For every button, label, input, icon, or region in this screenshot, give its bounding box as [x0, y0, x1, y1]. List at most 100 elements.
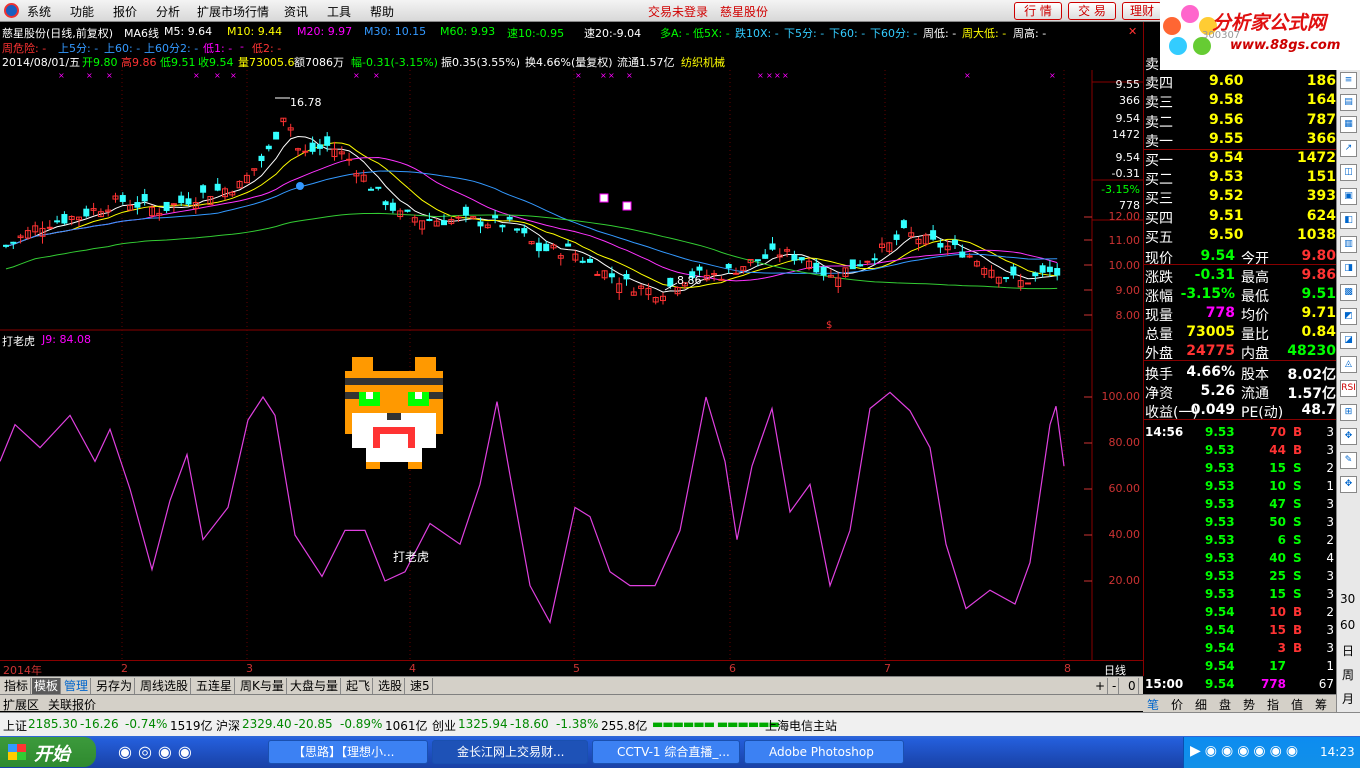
zoom-in-button[interactable]: +	[1093, 678, 1109, 694]
tab-template[interactable]: 模板	[32, 678, 62, 694]
kline-chart[interactable]: × × × × × × × × × × × × × × × × × ×$	[0, 70, 1143, 660]
zoom-out-button[interactable]: -	[1110, 678, 1120, 694]
tab-related-quote[interactable]: 关联报价	[48, 696, 96, 713]
toolbar-icon[interactable]: ⊞	[1340, 404, 1357, 421]
toolbar-icon[interactable]: ◧	[1340, 212, 1357, 229]
period-week[interactable]: 周	[1342, 666, 1354, 683]
orderbook-row[interactable]: 买四 9.51 624	[1143, 208, 1336, 227]
tab-takeoff[interactable]: 起飞	[344, 678, 374, 694]
task-silu[interactable]: 【思路】【理想小...	[268, 740, 428, 764]
toolbar-icon[interactable]: ◬	[1340, 356, 1357, 373]
menu-quote[interactable]: 报价	[113, 3, 137, 20]
toolbar-icon[interactable]: ▩	[1340, 284, 1357, 301]
period-day[interactable]: 日	[1342, 642, 1354, 659]
tick-row: 9.53 25 S 3	[1143, 568, 1336, 586]
tick-side: S	[1293, 551, 1302, 565]
move-icon[interactable]: ✥	[1340, 476, 1357, 493]
tab-market-vol[interactable]: 大盘与量	[288, 678, 342, 694]
orderbook-row[interactable]: 卖一 9.55 366	[1143, 131, 1336, 150]
orderbook-row[interactable]: 卖二 9.56 787	[1143, 112, 1336, 131]
quote-label: 净资	[1145, 386, 1173, 402]
menu-tools[interactable]: 工具	[327, 3, 351, 20]
orderbook-row[interactable]: 买五 9.50 1038	[1143, 227, 1336, 246]
menu-help[interactable]: 帮助	[370, 3, 394, 20]
index-cy-name[interactable]: 创业	[432, 717, 456, 734]
tick-side: S	[1293, 461, 1302, 475]
orderbook-row[interactable]: 卖四 9.60 186	[1143, 73, 1336, 92]
move-icon[interactable]: ✥	[1340, 428, 1357, 445]
quote-value: 9.51	[1301, 286, 1336, 302]
orderbook-row[interactable]: 买一 9.54 1472	[1143, 150, 1336, 169]
toolbar-icon[interactable]: ◨	[1340, 260, 1357, 277]
tab-board[interactable]: 盘	[1219, 696, 1231, 713]
toolbar-icon[interactable]: ≡	[1340, 72, 1357, 89]
axis-label: 9.54	[1115, 151, 1141, 164]
toolbar-icon[interactable]: ◫	[1340, 164, 1357, 181]
tab-index[interactable]: 指	[1267, 696, 1279, 713]
toolbar-icon[interactable]: ▤	[1340, 94, 1357, 111]
tab-detail[interactable]: 细	[1195, 696, 1207, 713]
orderbook-row[interactable]: 买二 9.53 151	[1143, 169, 1336, 188]
task-photoshop[interactable]: Adobe Photoshop	[744, 740, 904, 764]
menu-extended-market[interactable]: 扩展市场行情	[197, 3, 269, 20]
close-icon[interactable]: ✕	[1128, 25, 1137, 38]
tab-five-stars[interactable]: 五连星	[194, 678, 236, 694]
tab-indicator[interactable]: 指标	[2, 678, 32, 694]
index-sh-name[interactable]: 上证	[3, 717, 27, 734]
quote-value: 4.66%	[1186, 364, 1235, 380]
chart-line-icon[interactable]: ↗	[1340, 140, 1357, 157]
quote-value: 0.049	[1190, 402, 1235, 418]
period-60[interactable]: 60	[1340, 618, 1355, 632]
finance-button[interactable]: 理财	[1122, 2, 1162, 20]
tray-icons[interactable]: ▶◉◉◉◉◉◉	[1190, 743, 1302, 759]
candle-body	[346, 158, 353, 161]
period-30[interactable]: 30	[1340, 592, 1355, 606]
tab-chips[interactable]: 筹	[1315, 696, 1327, 713]
tick-count: 3	[1326, 515, 1334, 529]
tick-row: 9.53 40 S 4	[1143, 550, 1336, 568]
menu-info[interactable]: 资讯	[284, 3, 308, 20]
index-sz-name[interactable]: 沪深	[216, 717, 240, 734]
task-cctv[interactable]: CCTV-1 综合直播_...	[592, 740, 740, 764]
menu-function[interactable]: 功能	[70, 3, 94, 20]
tick-volume: 6	[1277, 533, 1286, 547]
toolbar-icon[interactable]: ◩	[1340, 308, 1357, 325]
tick-count: 3	[1326, 569, 1334, 583]
task-changjiang[interactable]: 金长江网上交易财...	[432, 740, 588, 764]
tab-trades[interactable]: 笔	[1147, 696, 1159, 713]
orderbook-row[interactable]: 卖三 9.58 164	[1143, 92, 1336, 111]
tab-select[interactable]: 选股	[376, 678, 406, 694]
menu-system[interactable]: 系统	[27, 3, 51, 20]
tab-speed5[interactable]: 速5	[408, 678, 433, 694]
tab-value[interactable]: 值	[1291, 696, 1303, 713]
toolbar-icon[interactable]: ▦	[1340, 116, 1357, 133]
tab-manage[interactable]: 管理	[62, 678, 92, 694]
orderbook-label: 卖二	[1145, 114, 1173, 131]
toolbar-icon[interactable]: ◪	[1340, 332, 1357, 349]
toolbar-icon[interactable]: ▣	[1340, 188, 1357, 205]
tab-weekly-k-vol[interactable]: 周K与量	[238, 678, 287, 694]
toolbar-icon[interactable]: ▥	[1340, 236, 1357, 253]
tab-price[interactable]: 价	[1171, 696, 1183, 713]
period-month[interactable]: 月	[1342, 690, 1354, 707]
tab-ext-area[interactable]: 扩展区	[3, 696, 39, 713]
orderbook-row[interactable]: 买三 9.52 393	[1143, 188, 1336, 207]
quote-button[interactable]: 行 情	[1014, 2, 1062, 20]
m30-value: M30: 10.15	[364, 25, 427, 38]
quote-row: 涨跌 -0.31 最高 9.86	[1143, 267, 1336, 286]
bar-low: 低9.51	[160, 56, 196, 69]
tab-weekly-select[interactable]: 周线选股	[138, 678, 192, 694]
ext-tabs: 扩展区 关联报价	[0, 694, 1143, 713]
pencil-icon[interactable]: ✎	[1340, 452, 1357, 469]
rsi-icon[interactable]: RSI	[1340, 380, 1357, 397]
trade-button[interactable]: 交 易	[1068, 2, 1116, 20]
server-name[interactable]: 上海电信主站	[765, 717, 837, 734]
tab-trend[interactable]: 势	[1243, 696, 1255, 713]
menu-analysis[interactable]: 分析	[156, 3, 180, 20]
quick-launch-icons[interactable]: ◉◎◉◉	[118, 742, 198, 761]
candle-body	[119, 195, 126, 202]
reset-button[interactable]: 0	[1126, 678, 1139, 694]
tick-side: B	[1293, 443, 1303, 457]
tab-save-as[interactable]: 另存为	[94, 678, 136, 694]
start-button[interactable]: 开始	[0, 737, 96, 767]
